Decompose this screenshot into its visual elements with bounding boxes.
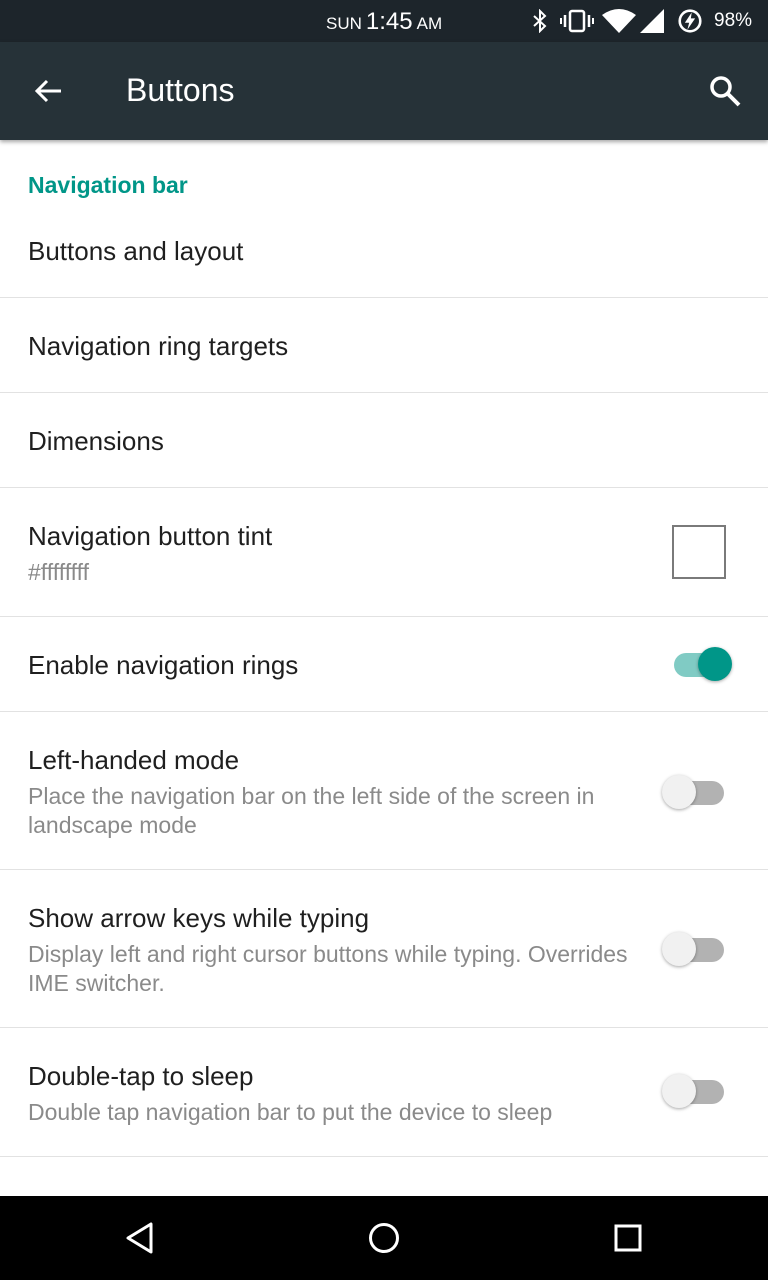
back-triangle-icon bbox=[126, 1222, 153, 1254]
item-title: Dimensions bbox=[28, 426, 164, 456]
status-clock: SUN 1:45 AM bbox=[326, 8, 442, 36]
battery-charging-icon bbox=[678, 9, 702, 33]
item-title: Navigation ring targets bbox=[28, 331, 289, 361]
switch-thumb bbox=[662, 932, 696, 966]
show-arrow-keys-item[interactable]: Show arrow keys while typing Display lef… bbox=[0, 870, 768, 1028]
navigation-button-tint-item[interactable]: Navigation button tint #ffffffff bbox=[0, 488, 768, 617]
recents-square-icon bbox=[614, 1224, 642, 1252]
nav-recents-button[interactable] bbox=[598, 1214, 658, 1262]
color-swatch[interactable] bbox=[672, 525, 726, 579]
wifi-icon bbox=[602, 9, 636, 33]
item-title: Buttons and layout bbox=[28, 236, 244, 266]
switch-thumb bbox=[662, 1074, 696, 1108]
search-button[interactable] bbox=[700, 68, 750, 114]
left-handed-mode-item[interactable]: Left-handed mode Place the navigation ba… bbox=[0, 712, 768, 870]
home-circle-icon bbox=[369, 1223, 399, 1253]
battery-percent: 98% bbox=[714, 10, 753, 31]
status-day: SUN bbox=[326, 14, 362, 33]
enable-navigation-rings-item[interactable]: Enable navigation rings bbox=[0, 617, 768, 712]
nav-home-button[interactable] bbox=[354, 1214, 414, 1262]
item-summary: #ffffffff bbox=[28, 559, 90, 585]
show-arrow-keys-switch[interactable] bbox=[662, 926, 728, 966]
item-summary: Double tap navigation bar to put the dev… bbox=[28, 1099, 553, 1125]
system-navigation-bar bbox=[0, 1196, 768, 1280]
item-title: Enable navigation rings bbox=[28, 650, 299, 680]
left-handed-mode-switch[interactable] bbox=[662, 769, 728, 809]
buttons-and-layout-item[interactable]: Buttons and layout bbox=[0, 210, 768, 298]
vibrate-icon bbox=[560, 9, 594, 33]
nav-back-button[interactable] bbox=[110, 1214, 170, 1262]
dimensions-item[interactable]: Dimensions bbox=[0, 393, 768, 488]
switch-thumb bbox=[662, 775, 696, 809]
status-bar: SUN 1:45 AM 98% bbox=[0, 0, 768, 42]
switch-thumb bbox=[698, 647, 732, 681]
app-bar: Buttons bbox=[0, 42, 768, 140]
section-header: Navigation bar bbox=[28, 172, 188, 198]
bluetooth-icon bbox=[533, 9, 547, 33]
item-summary: Place the navigation bar on the left sid… bbox=[28, 783, 595, 838]
search-icon bbox=[710, 76, 741, 107]
status-time: 1:45 bbox=[365, 8, 413, 35]
item-title: Show arrow keys while typing bbox=[28, 903, 370, 933]
navigation-ring-targets-item[interactable]: Navigation ring targets bbox=[0, 298, 768, 393]
page-title: Buttons bbox=[126, 72, 235, 108]
double-tap-to-sleep-switch[interactable] bbox=[662, 1068, 728, 1108]
item-title: Double-tap to sleep bbox=[28, 1061, 254, 1091]
cell-signal-icon bbox=[640, 9, 664, 33]
item-title: Left-handed mode bbox=[28, 745, 240, 775]
item-summary: Display left and right cursor buttons wh… bbox=[28, 941, 628, 996]
status-ampm: AM bbox=[416, 14, 443, 33]
settings-list: Navigation bar Buttons and layout Naviga… bbox=[0, 140, 768, 1196]
double-tap-to-sleep-item[interactable]: Double-tap to sleep Double tap navigatio… bbox=[0, 1028, 768, 1157]
back-button[interactable] bbox=[22, 68, 74, 114]
item-title: Navigation button tint bbox=[28, 521, 273, 551]
arrow-back-icon bbox=[34, 79, 61, 103]
enable-navigation-rings-switch[interactable] bbox=[662, 641, 732, 681]
